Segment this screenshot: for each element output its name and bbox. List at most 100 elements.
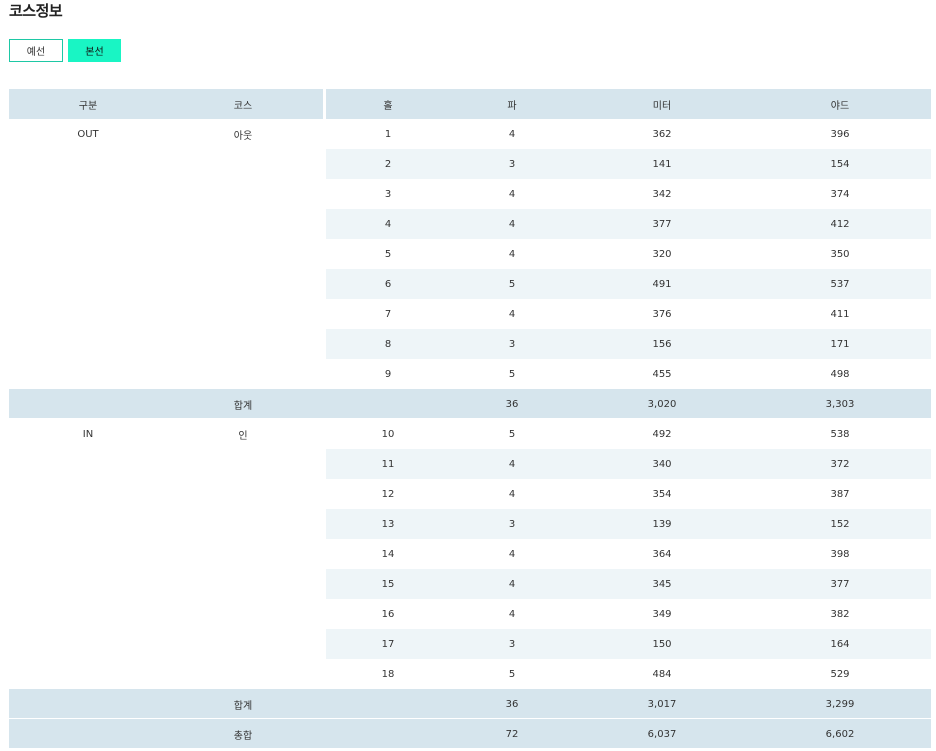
yard-cell: 411 xyxy=(830,308,850,320)
par-cell: 3 xyxy=(508,338,516,350)
yard-cell: 6,602 xyxy=(825,728,855,740)
table-row: 4 4 377 412 xyxy=(9,209,931,239)
meter-cell: 349 xyxy=(652,608,672,620)
meter-cell: 484 xyxy=(652,668,672,680)
yard-cell: 350 xyxy=(830,248,850,260)
group-cell: IN xyxy=(82,428,94,440)
hole-cell: 12 xyxy=(381,488,395,500)
meter-cell: 364 xyxy=(652,548,672,560)
yard-cell: 164 xyxy=(830,638,850,650)
yard-cell: 498 xyxy=(830,368,850,380)
par-cell: 36 xyxy=(505,698,519,710)
yard-cell: 171 xyxy=(830,338,850,350)
yard-cell: 154 xyxy=(830,158,850,170)
hole-cell: 18 xyxy=(381,668,395,680)
course-cell: 아웃 xyxy=(233,130,253,142)
meter-cell: 320 xyxy=(652,248,672,260)
table-row: 5 4 320 350 xyxy=(9,239,931,269)
hole-cell: 5 xyxy=(384,248,392,260)
hole-cell: 9 xyxy=(384,368,392,380)
hole-cell: 10 xyxy=(381,428,395,440)
yard-cell: 412 xyxy=(830,218,850,230)
hole-cell: 16 xyxy=(381,608,395,620)
table-row: 17 3 150 164 xyxy=(9,629,931,659)
par-cell: 5 xyxy=(508,368,516,380)
hole-cell: 7 xyxy=(384,308,392,320)
table-row: 9 5 455 498 xyxy=(9,359,931,389)
table-row: 14 4 364 398 xyxy=(9,539,931,569)
meter-cell: 455 xyxy=(652,368,672,380)
yard-cell: 538 xyxy=(830,428,850,440)
hole-cell: 11 xyxy=(381,458,395,470)
table-row: 2 3 141 154 xyxy=(9,149,931,179)
yard-cell: 396 xyxy=(830,128,850,140)
hole-cell: 8 xyxy=(384,338,392,350)
par-cell: 4 xyxy=(508,458,516,470)
par-cell: 5 xyxy=(508,278,516,290)
yard-cell: 529 xyxy=(830,668,850,680)
meter-cell: 139 xyxy=(652,518,672,530)
table-row: 18 5 484 529 xyxy=(9,659,931,689)
header-par: 파 xyxy=(507,100,517,112)
hole-cell: 13 xyxy=(381,518,395,530)
page-title: 코스정보 xyxy=(9,2,63,20)
par-cell: 4 xyxy=(508,308,516,320)
hole-cell: 14 xyxy=(381,548,395,560)
course-cell: 인 xyxy=(238,430,248,442)
yard-cell: 537 xyxy=(830,278,850,290)
meter-cell: 150 xyxy=(652,638,672,650)
table-row: 13 3 139 152 xyxy=(9,509,931,539)
table-row: 6 5 491 537 xyxy=(9,269,931,299)
subtotal-row: 합계 36 3,017 3,299 xyxy=(9,689,931,719)
meter-cell: 156 xyxy=(652,338,672,350)
header-yard: 야드 xyxy=(830,100,850,112)
table-row: 11 4 340 372 xyxy=(9,449,931,479)
round-tabs: 예선 본선 xyxy=(9,39,121,62)
header-hole: 홀 xyxy=(383,100,393,112)
table-row: 3 4 342 374 xyxy=(9,179,931,209)
subtotal-label: 합계 xyxy=(233,700,253,712)
group-cell: OUT xyxy=(77,128,99,140)
hole-cell: 4 xyxy=(384,218,392,230)
subtotal-row: 합계 36 3,020 3,303 xyxy=(9,389,931,419)
meter-cell: 3,020 xyxy=(647,398,677,410)
par-cell: 4 xyxy=(508,608,516,620)
header-course: 코스 xyxy=(233,100,253,112)
header-group: 구분 xyxy=(78,100,98,112)
table-row: 8 3 156 171 xyxy=(9,329,931,359)
yard-cell: 382 xyxy=(830,608,850,620)
par-cell: 4 xyxy=(508,188,516,200)
meter-cell: 491 xyxy=(652,278,672,290)
par-cell: 5 xyxy=(508,668,516,680)
table-row: 15 4 345 377 xyxy=(9,569,931,599)
course-table: 구분 코스 홀 파 미터 야드 OUT 아웃 1 4 362 396 2 3 141 154 3 4 3… xyxy=(9,89,931,749)
par-cell: 3 xyxy=(508,158,516,170)
par-cell: 5 xyxy=(508,428,516,440)
yard-cell: 3,303 xyxy=(825,398,855,410)
yard-cell: 398 xyxy=(830,548,850,560)
tab-preliminary[interactable]: 예선 xyxy=(9,39,63,62)
subtotal-row: 총합 72 6,037 6,602 xyxy=(9,719,931,749)
table-row: 7 4 376 411 xyxy=(9,299,931,329)
subtotal-label: 합계 xyxy=(233,400,253,412)
par-cell: 3 xyxy=(508,638,516,650)
par-cell: 4 xyxy=(508,218,516,230)
subtotal-label: 총합 xyxy=(233,730,253,742)
meter-cell: 342 xyxy=(652,188,672,200)
hole-cell: 15 xyxy=(381,578,395,590)
table-row: OUT 아웃 1 4 362 396 xyxy=(9,119,931,149)
par-cell: 4 xyxy=(508,128,516,140)
hole-cell: 3 xyxy=(384,188,392,200)
par-cell: 4 xyxy=(508,548,516,560)
hole-cell: 17 xyxy=(381,638,395,650)
yard-cell: 3,299 xyxy=(825,698,855,710)
table-header-row: 구분 코스 홀 파 미터 야드 xyxy=(9,89,931,119)
header-meter: 미터 xyxy=(652,100,672,112)
meter-cell: 345 xyxy=(652,578,672,590)
row-divider xyxy=(9,748,931,749)
hole-cell: 6 xyxy=(384,278,392,290)
meter-cell: 376 xyxy=(652,308,672,320)
tab-final[interactable]: 본선 xyxy=(68,39,121,62)
meter-cell: 340 xyxy=(652,458,672,470)
header-separator xyxy=(323,89,326,119)
